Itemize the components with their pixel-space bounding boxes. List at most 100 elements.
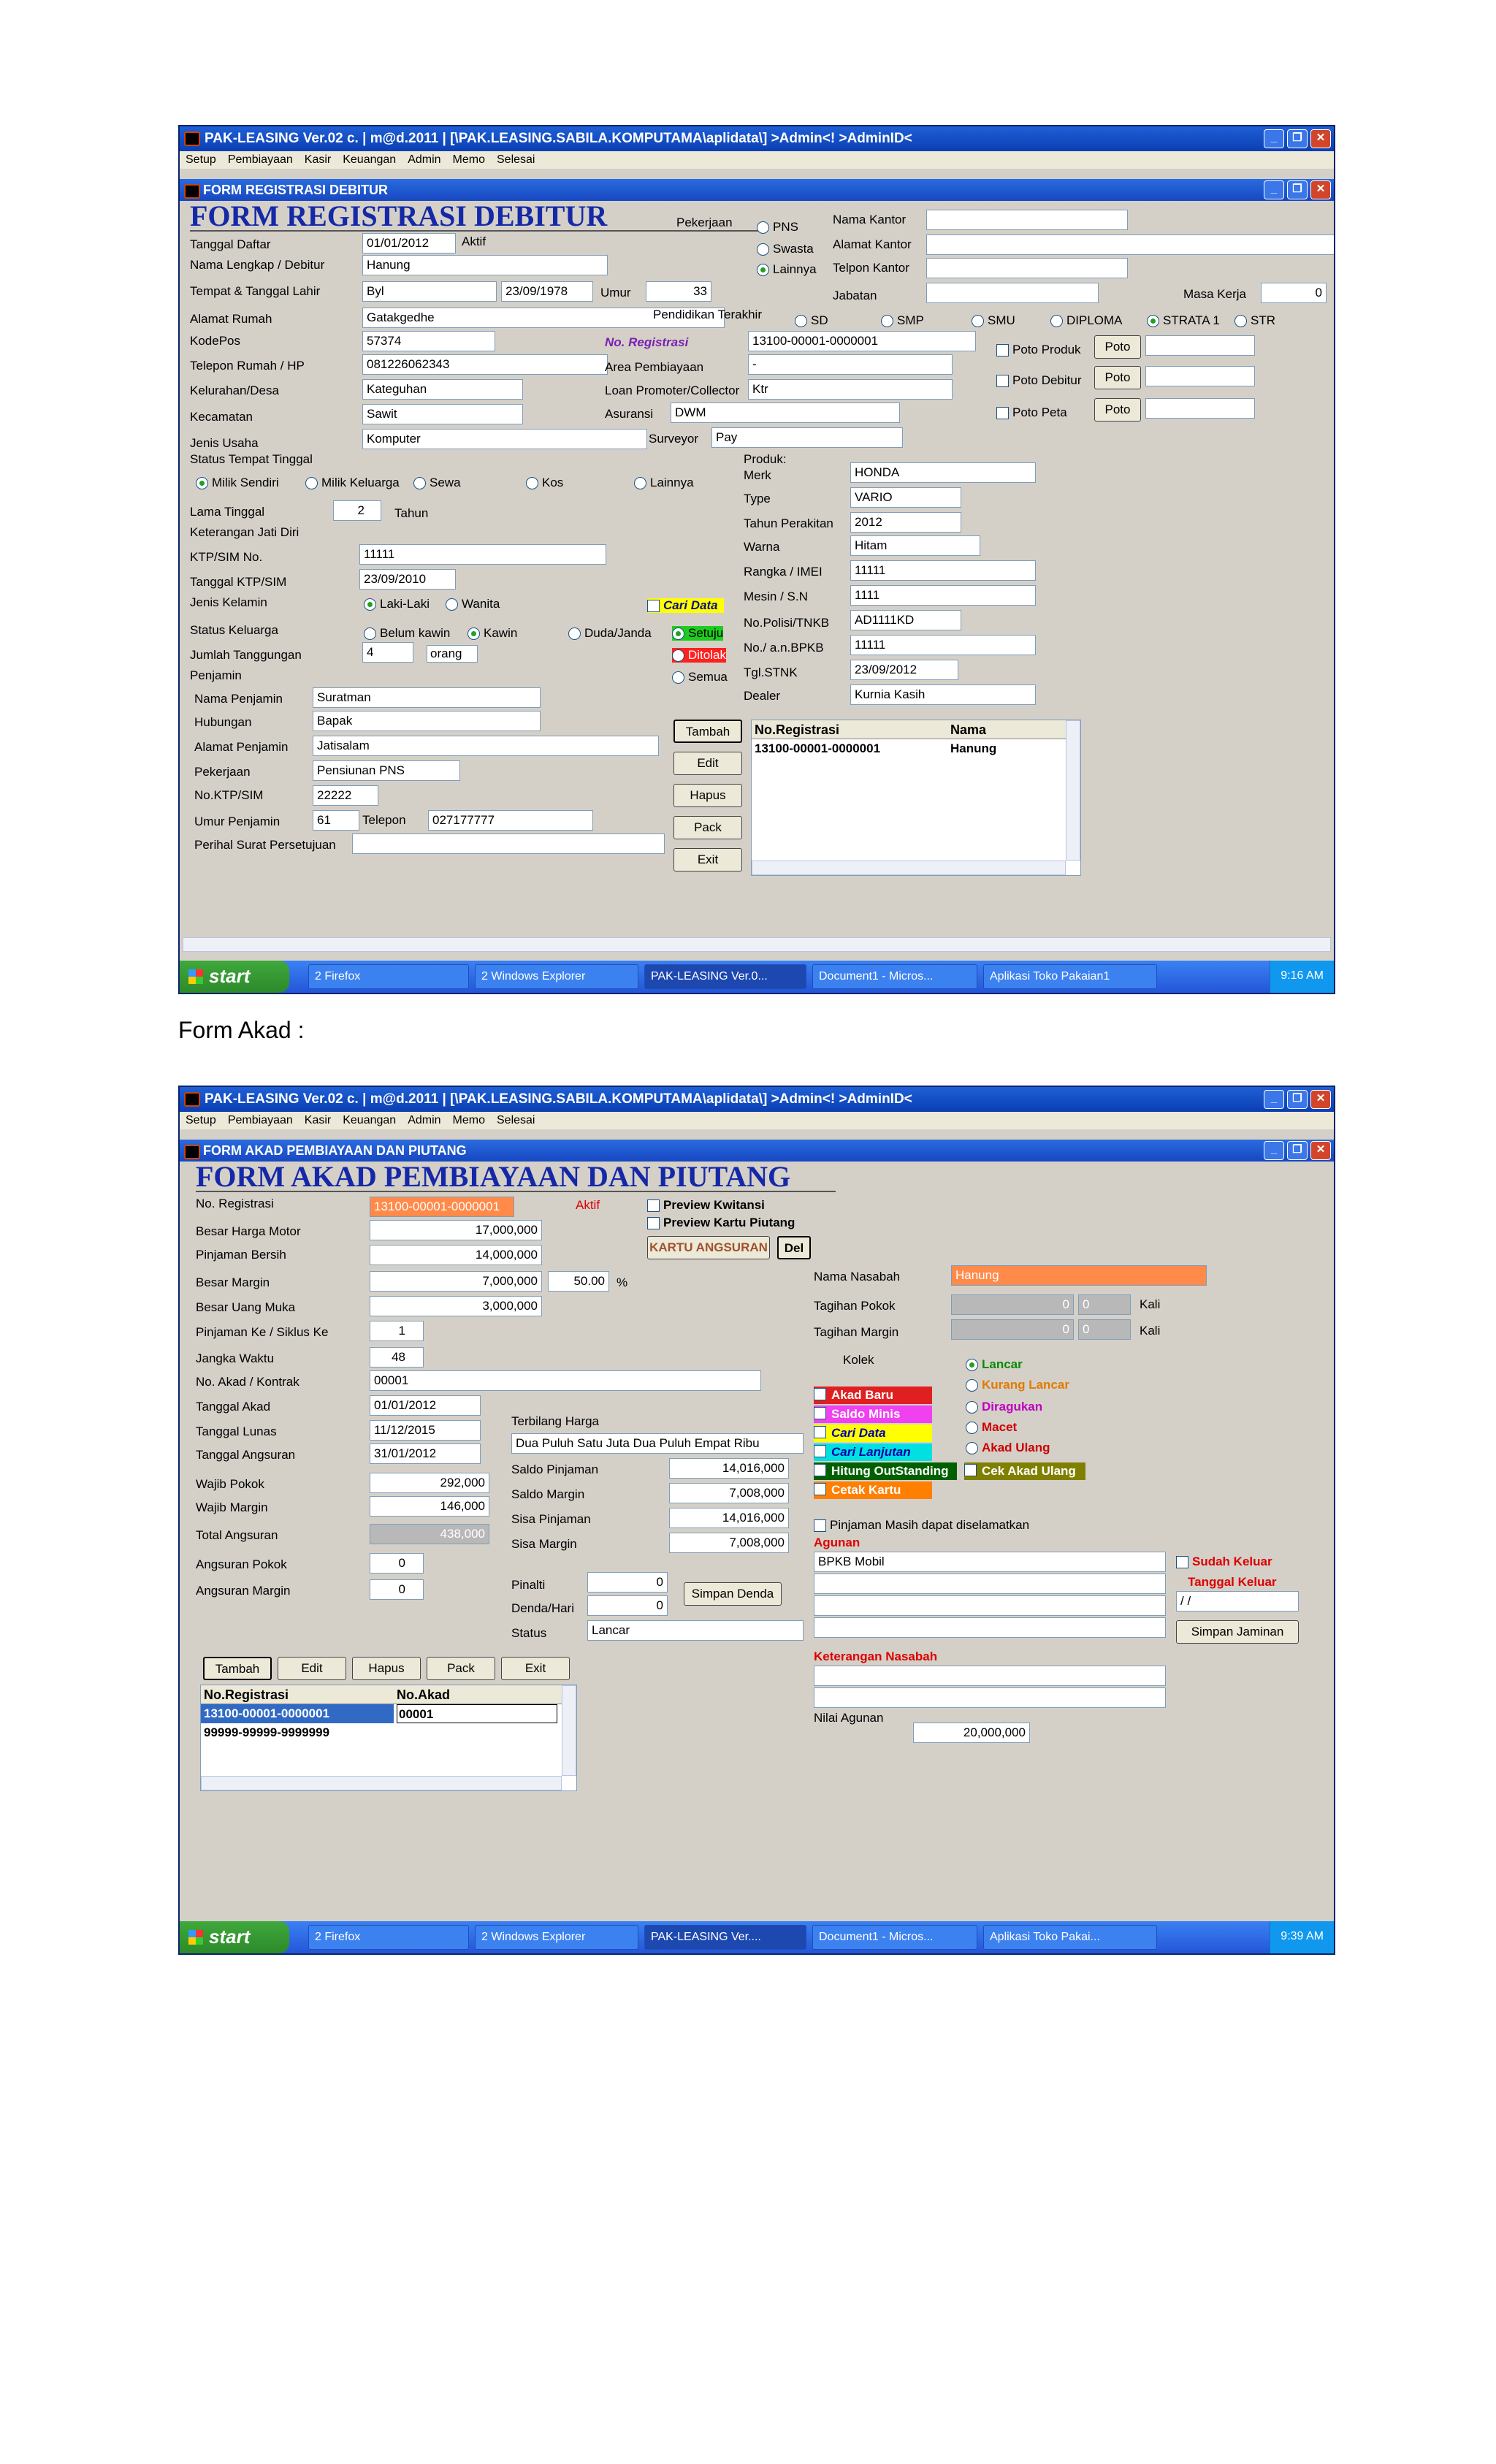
radio-sd[interactable]: SD — [795, 313, 828, 328]
radio-lainnya-tempat[interactable]: Lainnya — [634, 476, 694, 490]
denda-hari-field[interactable]: 0 — [587, 1595, 668, 1616]
menu-memo[interactable]: Memo — [453, 153, 485, 167]
hapus-button[interactable]: Hapus — [673, 784, 742, 807]
menu-pembiayaan[interactable]: Pembiayaan — [228, 153, 293, 167]
agunan-field-4[interactable] — [814, 1617, 1166, 1638]
no-registrasi-field[interactable]: 13100-00001-0000001 — [370, 1197, 514, 1217]
form-minimize-button[interactable]: _ — [1264, 1141, 1284, 1160]
nama-kantor-field[interactable] — [926, 210, 1128, 230]
agunan-field-2[interactable] — [814, 1574, 1166, 1594]
preview-kwitansi-checkbox[interactable]: Preview Kwitansi — [647, 1198, 765, 1213]
cari-data-checkbox[interactable]: Cari Data — [647, 598, 724, 613]
merk-field[interactable]: HONDA — [850, 462, 1036, 483]
angsuran-margin-spinner[interactable]: 0 — [370, 1579, 424, 1600]
radio-ditolak[interactable]: Ditolak — [672, 648, 726, 663]
close-button[interactable]: ✕ — [1310, 1090, 1331, 1109]
menu-memo[interactable]: Memo — [453, 1114, 485, 1127]
pinjaman-bersih-field[interactable]: 14,000,000 — [370, 1245, 542, 1265]
warna-field[interactable]: Hitam — [850, 535, 980, 556]
hubungan-field[interactable]: Bapak — [313, 711, 541, 731]
agunan-field-1[interactable]: BPKB Mobil — [814, 1552, 1166, 1572]
radio-pns[interactable]: PNS — [757, 220, 798, 234]
app-title-bar[interactable]: PAK-LEASING Ver.02 c. | m@d.2011 | [\PAK… — [180, 126, 1334, 151]
angsuran-pokok-spinner[interactable]: 0 — [370, 1553, 424, 1574]
asuransi-field[interactable]: DWM — [671, 403, 900, 423]
dealer-field[interactable]: Kurnia Kasih — [850, 684, 1036, 705]
tgl-ktp-field[interactable]: 23/09/2010 — [359, 569, 456, 590]
tanggal-daftar-field[interactable]: 01/01/2012 — [362, 233, 456, 253]
perihal-field[interactable] — [352, 834, 665, 854]
radio-kolek-akad-ulang[interactable]: Akad Ulang — [966, 1441, 1050, 1455]
menu-admin[interactable]: Admin — [408, 153, 440, 167]
masa-kerja-field[interactable]: 0 — [1261, 283, 1327, 303]
radio-sewa[interactable]: Sewa — [413, 476, 461, 490]
edit-button[interactable]: Edit — [673, 752, 742, 775]
ktp-field[interactable]: 11111 — [359, 544, 606, 565]
radio-lainnya-pekerjaan[interactable]: Lainnya — [757, 262, 817, 277]
edit-button[interactable]: Edit — [278, 1657, 346, 1680]
table-row[interactable]: 13100-00001-0000001 Hanung — [752, 739, 1080, 758]
radio-kolek-kurang-lancar[interactable]: Kurang Lancar — [966, 1378, 1069, 1392]
radio-milik-sendiri[interactable]: Milik Sendiri — [196, 476, 279, 490]
saldo-minis-checkbox[interactable]: Saldo Minis — [814, 1405, 932, 1423]
tgl-lunas-field[interactable]: 11/12/2015 — [370, 1420, 481, 1441]
mesin-field[interactable]: 1111 — [850, 585, 1036, 606]
no-bpkb-field[interactable]: 11111 — [850, 635, 1036, 655]
menu-pembiayaan[interactable]: Pembiayaan — [228, 1114, 293, 1127]
jumlah-tanggungan-select[interactable]: 4 — [362, 642, 413, 663]
exit-button[interactable]: Exit — [673, 848, 742, 871]
minimize-button[interactable]: _ — [1264, 129, 1284, 148]
radio-smp[interactable]: SMP — [881, 313, 924, 328]
taskbar-document1[interactable]: Document1 - Micros... — [812, 1925, 977, 1950]
type-field[interactable]: VARIO — [850, 487, 961, 508]
hitung-outstanding-checkbox[interactable]: Hitung OutStanding — [814, 1462, 957, 1480]
taskbar-windows-explorer[interactable]: 2 Windows Explorer — [475, 964, 638, 989]
form-close-button[interactable]: ✕ — [1310, 180, 1331, 199]
radio-wanita[interactable]: Wanita — [446, 597, 500, 611]
grid-header-no-registrasi[interactable]: No.Registrasi — [752, 720, 950, 739]
radio-laki-laki[interactable]: Laki-Laki — [364, 597, 430, 611]
taskbar-document1[interactable]: Document1 - Micros... — [812, 964, 977, 989]
menu-setup[interactable]: Setup — [186, 1114, 216, 1127]
telepon-field[interactable]: 081226062343 — [362, 354, 608, 375]
taskbar-firefox[interactable]: 2 Firefox — [308, 1925, 469, 1950]
margin-percent-field[interactable]: 50.00 — [548, 1271, 609, 1292]
harga-motor-field[interactable]: 17,000,000 — [370, 1220, 542, 1240]
radio-kolek-diragukan[interactable]: Diragukan — [966, 1400, 1042, 1414]
menu-setup[interactable]: Setup — [186, 153, 216, 167]
radio-swasta[interactable]: Swasta — [757, 242, 814, 256]
wajib-pokok-field[interactable]: 292,000 — [370, 1473, 489, 1493]
nama-penjamin-field[interactable]: Suratman — [313, 687, 541, 708]
radio-kolek-lancar[interactable]: Lancar — [966, 1357, 1023, 1372]
cari-lanjutan-checkbox[interactable]: Cari Lanjutan — [814, 1443, 932, 1461]
pinjaman-masih-checkbox[interactable]: Pinjaman Masih dapat diselamatkan — [814, 1518, 1029, 1533]
hapus-button[interactable]: Hapus — [352, 1657, 421, 1680]
menu-keuangan[interactable]: Keuangan — [343, 153, 396, 167]
no-akad-field[interactable]: 00001 — [370, 1370, 761, 1391]
poto-peta-button[interactable]: Poto — [1094, 398, 1141, 422]
grid-header-no-registrasi[interactable]: No.Registrasi — [201, 1685, 397, 1704]
simpan-jaminan-button[interactable]: Simpan Jaminan — [1176, 1620, 1299, 1644]
grid-horizontal-scrollbar[interactable] — [752, 861, 1066, 875]
telpon-kantor-field[interactable] — [926, 258, 1128, 278]
debitur-grid[interactable]: No.Registrasi Nama 13100-00001-0000001 Han… — [751, 720, 1081, 876]
taskbar-pak-leasing[interactable]: PAK-LEASING Ver.0... — [644, 964, 806, 989]
akad-grid[interactable]: No.Registrasi No.Akad 13100-00001-0000001… — [200, 1685, 577, 1791]
poto-produk-checkbox[interactable]: Poto Produk — [996, 343, 1081, 357]
radio-setuju[interactable]: Setuju — [672, 626, 724, 641]
taskbar-aplikasi-toko[interactable]: Aplikasi Toko Pakaian1 — [983, 964, 1157, 989]
nama-field[interactable]: Hanung — [362, 255, 608, 275]
menu-selesai[interactable]: Selesai — [497, 1114, 535, 1127]
keterangan-nasabah-field-2[interactable] — [814, 1687, 1166, 1708]
kelurahan-field[interactable]: Kateguhan — [362, 379, 523, 400]
taskbar-pak-leasing[interactable]: PAK-LEASING Ver.... — [644, 1925, 806, 1950]
menu-kasir[interactable]: Kasir — [305, 1114, 331, 1127]
minimize-button[interactable]: _ — [1264, 1090, 1284, 1109]
form-title-bar[interactable]: FORM REGISTRASI DEBITUR _ ❐ ✕ — [180, 179, 1334, 201]
tgl-stnk-field[interactable]: 23/09/2012 — [850, 660, 958, 680]
grid-vertical-scrollbar[interactable] — [1066, 720, 1080, 861]
no-registrasi-field[interactable]: 13100-00001-0000001 — [748, 331, 976, 351]
radio-smu[interactable]: SMU — [972, 313, 1015, 328]
start-button[interactable]: start — [180, 961, 289, 993]
poto-produk-field[interactable] — [1145, 335, 1255, 356]
